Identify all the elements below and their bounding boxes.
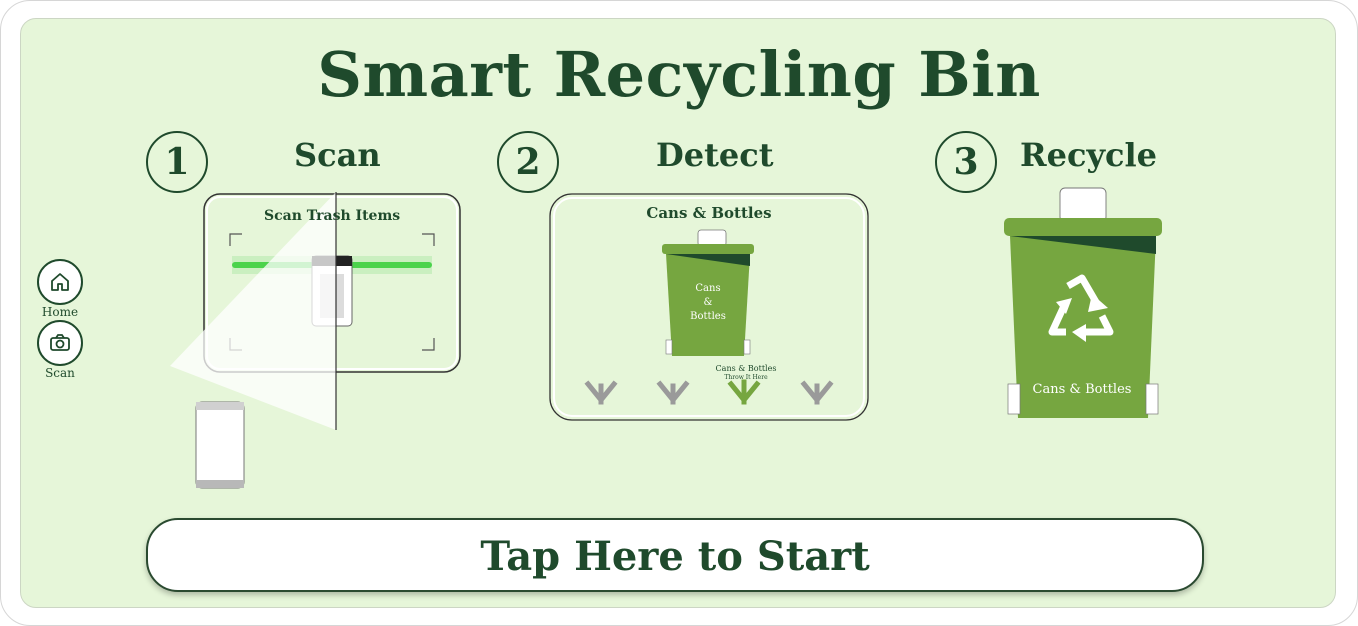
camera-icon [37, 320, 83, 366]
detect-hint-line-2: Throw It Here [724, 374, 768, 381]
home-icon [37, 259, 83, 305]
step-3-label: Recycle [1020, 136, 1158, 174]
nav-scan-label: Scan [45, 366, 75, 380]
detect-bin-text: Cans & Bottles [672, 282, 744, 324]
step-2-label: Detect [656, 136, 774, 174]
detect-bin-text-2: & [703, 297, 713, 308]
start-button[interactable]: Tap Here to Start [146, 518, 1204, 592]
nav-scan[interactable]: Scan [37, 320, 83, 380]
detect-hint: Cans & Bottles Throw It Here [706, 364, 786, 382]
nav-home-label: Home [41, 305, 79, 319]
page-title: Smart Recycling Bin [317, 38, 1041, 111]
step-1-number: 1 [146, 131, 208, 193]
recycle-illustration: Cans & Bottles [996, 186, 1168, 422]
detect-bin-text-1: Cans [695, 283, 721, 294]
scan-illustration: Scan Trash Items [160, 190, 470, 500]
scan-screen-title: Scan Trash Items [264, 208, 401, 224]
detect-bin-text-3: Bottles [690, 311, 726, 322]
step-1-label: Scan [294, 136, 381, 174]
nav-home[interactable]: Home [37, 259, 83, 319]
recycle-bin-label: Cans & Bottles [1032, 382, 1132, 397]
step-2-number: 2 [497, 131, 559, 193]
detect-screen-title: Cans & Bottles [646, 204, 772, 222]
detect-illustration: Cans & Bottles Cans & Bottles Cans & Bot… [548, 192, 870, 422]
detect-hint-line-1: Cans & Bottles [715, 364, 777, 373]
step-3-number: 3 [935, 131, 997, 193]
